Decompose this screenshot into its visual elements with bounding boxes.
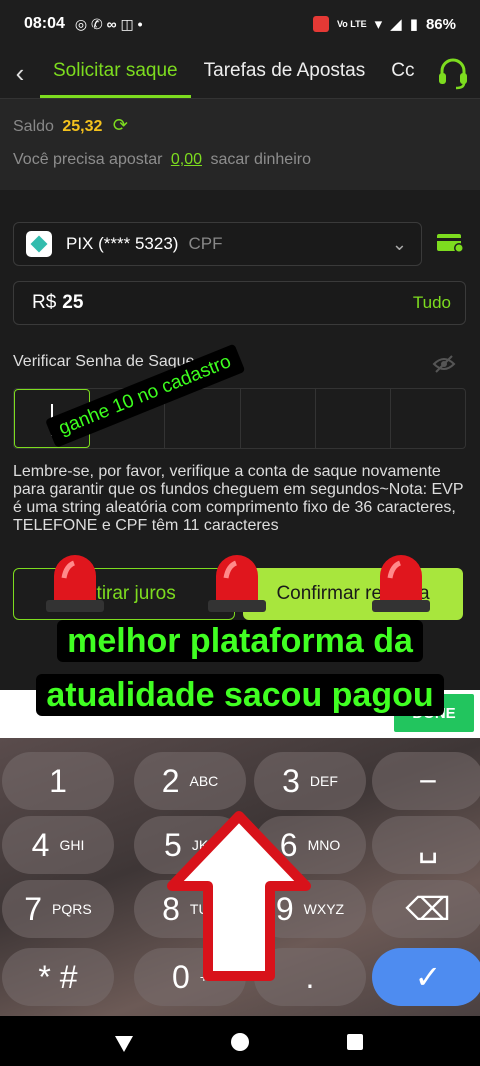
tab-solicitar-saque[interactable]: Solicitar saque [40,48,191,98]
key-letters: DEF [309,773,338,789]
signal-icon: ◢ [390,16,402,33]
key-number: 2 [161,762,180,799]
key-letters: ABC [189,773,219,789]
amount-field[interactable]: R$ 25 Tudo [13,281,466,325]
tab-third[interactable]: Cc [378,48,427,98]
home-circle-icon [231,1033,249,1051]
withdrawal-notice: Lembre-se, por favor, verifique a conta … [13,463,464,534]
system-nav-icons [115,1033,363,1052]
key-number: 7 [24,890,43,927]
eye-hidden-icon[interactable] [432,352,456,376]
arrow-up-icon [167,811,311,981]
password-digit-5[interactable] [316,389,391,448]
record-icon [312,16,329,32]
tab-tarefas-apostas[interactable]: Tarefas de Apostas [191,48,379,98]
bet-requirement-before: Você precisa apostar [13,151,163,168]
key-4[interactable]: − [372,752,480,810]
key-12[interactable]: ⌫ [372,880,480,938]
key-16[interactable]: ✓ [372,948,480,1006]
key-number: ⌫ [405,891,451,927]
headline-text: melhor plataforma da atualidade sacou pa… [36,620,444,716]
balance-row: Saldo 25,32 ⟳ [13,115,128,136]
currency-label: R$ [32,292,57,313]
bet-requirement-amount[interactable]: 0,00 [171,151,202,168]
key-1[interactable]: 1 [2,752,114,810]
account-type: CPF [188,234,223,253]
key-5[interactable]: 4 GHI [2,816,114,874]
network-label: Vo LTE [336,19,367,29]
all-button[interactable]: Tudo [413,293,451,313]
battery-level: 86% [425,15,456,33]
notification-icons: ◎ ✆ ∞ ◫ • [74,15,143,32]
system-nav-bar [0,1016,480,1066]
amount-value: 25 [62,292,84,313]
card-settings-icon[interactable] [437,232,465,254]
key-letters: MNO [307,837,341,853]
headset-icon[interactable] [434,54,472,92]
battery-icon: ▮ [409,16,418,33]
key-8[interactable]: ␣ [372,816,480,874]
headline-overlay: melhor plataforma da atualidade sacou pa… [33,614,447,722]
password-label: Verificar Senha de Saque [13,353,195,370]
top-nav: ‹ Solicitar saque Tarefas de Apostas Cc [0,48,480,98]
account-name: PIX (**** 5323) [66,234,179,253]
key-number: − [418,762,438,799]
account-select[interactable]: PIX (**** 5323) CPF ⌄ [13,222,422,266]
refresh-icon[interactable]: ⟳ [113,115,128,135]
status-time: 08:04 [24,15,65,32]
pix-logo-icon [26,231,52,257]
key-13[interactable]: * # [2,948,114,1006]
chevron-down-icon: ⌄ [391,233,407,254]
balance-label: Saldo [13,118,54,135]
bet-requirement-after: sacar dinheiro [210,151,311,168]
siren-icon [208,555,266,612]
back-triangle-icon [115,1036,133,1052]
balance-value: 25,32 [62,118,103,135]
key-9[interactable]: 7 PQRS [2,880,114,938]
key-number: * # [38,958,78,995]
key-letters: GHI [59,837,85,853]
siren-icon [46,555,104,612]
key-number: 3 [282,762,300,799]
siren-icon [372,555,430,612]
recents-square-icon [347,1034,363,1050]
key-number: ␣ [417,827,439,863]
status-right: Vo LTE ▾ ◢ ▮ 86% [312,15,456,33]
status-bar: 08:04 ◎ ✆ ∞ ◫ • Vo LTE ▾ ◢ ▮ 86% [0,0,480,48]
password-digit-6[interactable] [391,389,465,448]
back-arrow-icon[interactable]: ‹ [0,58,40,89]
key-number: ✓ [414,959,442,995]
bet-requirement: Você precisa apostar 0,00 sacar dinheiro [13,151,311,169]
key-3[interactable]: 3 DEF [254,752,366,810]
wifi-icon: ▾ [374,16,383,33]
balance-panel: Saldo 25,32 ⟳ Você precisa apostar 0,00 … [0,98,480,190]
key-2[interactable]: 2 ABC [134,752,246,810]
key-number: 1 [49,762,67,799]
password-digit-4[interactable] [241,389,316,448]
key-letters: PQRS [52,901,92,917]
key-number: 4 [31,826,50,863]
